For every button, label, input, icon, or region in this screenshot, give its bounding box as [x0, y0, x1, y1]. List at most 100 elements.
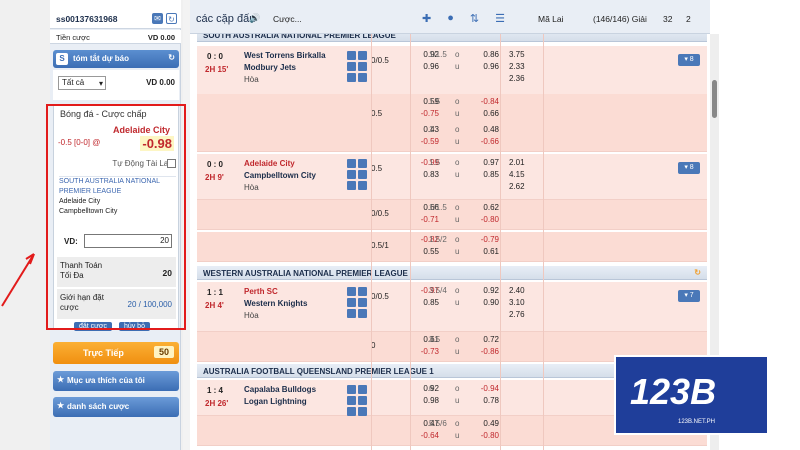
ball-icon[interactable]: ●: [447, 12, 454, 25]
info-icon[interactable]: [358, 73, 367, 82]
info-icon[interactable]: [358, 407, 367, 416]
odds-under[interactable]: -0.86: [469, 347, 499, 356]
refresh-icon[interactable]: ↻: [694, 268, 701, 277]
settings-icon[interactable]: ☰: [495, 12, 505, 25]
odds-under[interactable]: 0.66: [469, 109, 499, 118]
odds-1x2-away[interactable]: 2.33: [509, 62, 525, 71]
odds-1x2-home[interactable]: 3.75: [509, 50, 525, 59]
odds-away[interactable]: -0.75: [409, 109, 439, 118]
odds-away[interactable]: -0.59: [409, 137, 439, 146]
live-icon[interactable]: [358, 170, 367, 179]
odds-away[interactable]: 0.85: [409, 298, 439, 307]
message-icon[interactable]: ✉: [152, 13, 163, 24]
tv-icon[interactable]: [347, 287, 356, 296]
chart-icon[interactable]: [347, 73, 356, 82]
odds-1x2-home[interactable]: 2.01: [509, 158, 525, 167]
odds-over[interactable]: 0.48: [469, 125, 499, 134]
home-team[interactable]: Adelaide City: [244, 159, 295, 168]
place-bet-button[interactable]: đặt cược: [74, 322, 112, 331]
tv-icon[interactable]: [347, 159, 356, 168]
away-team[interactable]: Western Knights: [244, 299, 307, 308]
cancel-button[interactable]: hủy bỏ: [118, 322, 150, 331]
bet-list-button[interactable]: ★ danh sách cược: [53, 397, 179, 417]
summary-filter-select[interactable]: Tất cả ▾: [58, 76, 106, 90]
star-icon[interactable]: [358, 287, 367, 296]
speaker-icon[interactable]: 🔊: [249, 13, 260, 24]
odds-under[interactable]: -0.66: [469, 137, 499, 146]
odds-away[interactable]: 0.55: [409, 247, 439, 256]
live-button[interactable]: Trực Tiếp 50: [53, 342, 179, 364]
balance-count[interactable]: 2: [686, 14, 691, 24]
odds-under[interactable]: -0.80: [469, 431, 499, 440]
odds-away[interactable]: 0.98: [409, 396, 439, 405]
odds-over[interactable]: -0.84: [469, 97, 499, 106]
stats-icon[interactable]: [347, 396, 356, 405]
odds-1x2-draw[interactable]: 2.36: [509, 74, 525, 83]
refresh-count[interactable]: 32: [663, 14, 672, 24]
live-icon[interactable]: [358, 298, 367, 307]
odds-over[interactable]: 0.97: [469, 158, 499, 167]
refresh-icon[interactable]: ↻: [166, 13, 177, 24]
bets-dropdown[interactable]: Cược...: [273, 14, 302, 24]
odds-home[interactable]: 0.92: [409, 384, 439, 393]
odds-over[interactable]: -0.94: [469, 384, 499, 393]
star-icon[interactable]: [358, 159, 367, 168]
filter-icon[interactable]: ⇅: [470, 12, 479, 25]
stake-input[interactable]: 20: [84, 234, 172, 248]
odds-over[interactable]: -0.79: [469, 235, 499, 244]
star-icon[interactable]: [358, 51, 367, 60]
odds-under[interactable]: 0.96: [469, 62, 499, 71]
info-icon[interactable]: [358, 181, 367, 190]
chart-icon[interactable]: [347, 309, 356, 318]
live-icon[interactable]: [358, 62, 367, 71]
favorites-button[interactable]: ★ Mục ưa thích của tôi: [53, 371, 179, 391]
odds-under[interactable]: 0.78: [469, 396, 499, 405]
stats-icon[interactable]: [347, 170, 356, 179]
more-markets-button[interactable]: ▾ 8: [678, 162, 700, 174]
odds-under[interactable]: 0.61: [469, 247, 499, 256]
odds-type-select[interactable]: Mã Lai: [538, 14, 564, 24]
odds-over[interactable]: 0.49: [469, 419, 499, 428]
odds-under[interactable]: -0.80: [469, 215, 499, 224]
more-markets-button[interactable]: ▾ 8: [678, 54, 700, 66]
odds-away[interactable]: -0.73: [409, 347, 439, 356]
odds-over[interactable]: 0.72: [469, 335, 499, 344]
odds-home[interactable]: 0.43: [409, 125, 439, 134]
chart-icon[interactable]: [347, 181, 356, 190]
odds-over[interactable]: 0.86: [469, 50, 499, 59]
away-team[interactable]: Modbury Jets: [244, 63, 296, 72]
odds-1x2-away[interactable]: 4.15: [509, 170, 525, 179]
chart-icon[interactable]: [347, 407, 356, 416]
away-team[interactable]: Campbelltown City: [244, 171, 316, 180]
more-markets-button[interactable]: ▾ 7: [678, 290, 700, 302]
star-icon[interactable]: [358, 385, 367, 394]
odds-under[interactable]: 0.85: [469, 170, 499, 179]
tv-icon[interactable]: [347, 51, 356, 60]
odds-away[interactable]: -0.64: [409, 431, 439, 440]
info-icon[interactable]: [358, 309, 367, 318]
add-icon[interactable]: ✚: [422, 12, 431, 25]
odds-1x2-draw[interactable]: 2.76: [509, 310, 525, 319]
away-team[interactable]: Logan Lightning: [244, 397, 307, 406]
league-count[interactable]: (146/146) Giải: [593, 14, 647, 24]
odds-1x2-away[interactable]: 3.10: [509, 298, 525, 307]
odds-under[interactable]: 0.90: [469, 298, 499, 307]
league-header[interactable]: WESTERN AUSTRALIA NATIONAL PREMIER LEAGU…: [197, 266, 707, 280]
live-icon[interactable]: [358, 396, 367, 405]
summary-header[interactable]: S tóm tắt dự báo ↻: [53, 50, 179, 68]
league-header[interactable]: SOUTH AUSTRALIA NATIONAL PREMIER LEAGUE: [197, 34, 707, 42]
odds-1x2-home[interactable]: 2.40: [509, 286, 525, 295]
auto-accept-checkbox[interactable]: [167, 159, 176, 168]
odds-1x2-draw[interactable]: 2.62: [509, 182, 525, 191]
odds-away[interactable]: -0.71: [409, 215, 439, 224]
stats-icon[interactable]: [347, 298, 356, 307]
odds-away[interactable]: 0.96: [409, 62, 439, 71]
tv-icon[interactable]: [347, 385, 356, 394]
odds-away[interactable]: 0.83: [409, 170, 439, 179]
odds-over[interactable]: 0.62: [469, 203, 499, 212]
refresh-icon[interactable]: ↻: [168, 53, 175, 62]
stats-icon[interactable]: [347, 62, 356, 71]
home-team[interactable]: Perth SC: [244, 287, 278, 296]
odds-over[interactable]: 0.92: [469, 286, 499, 295]
scrollbar-thumb[interactable]: [712, 80, 717, 118]
